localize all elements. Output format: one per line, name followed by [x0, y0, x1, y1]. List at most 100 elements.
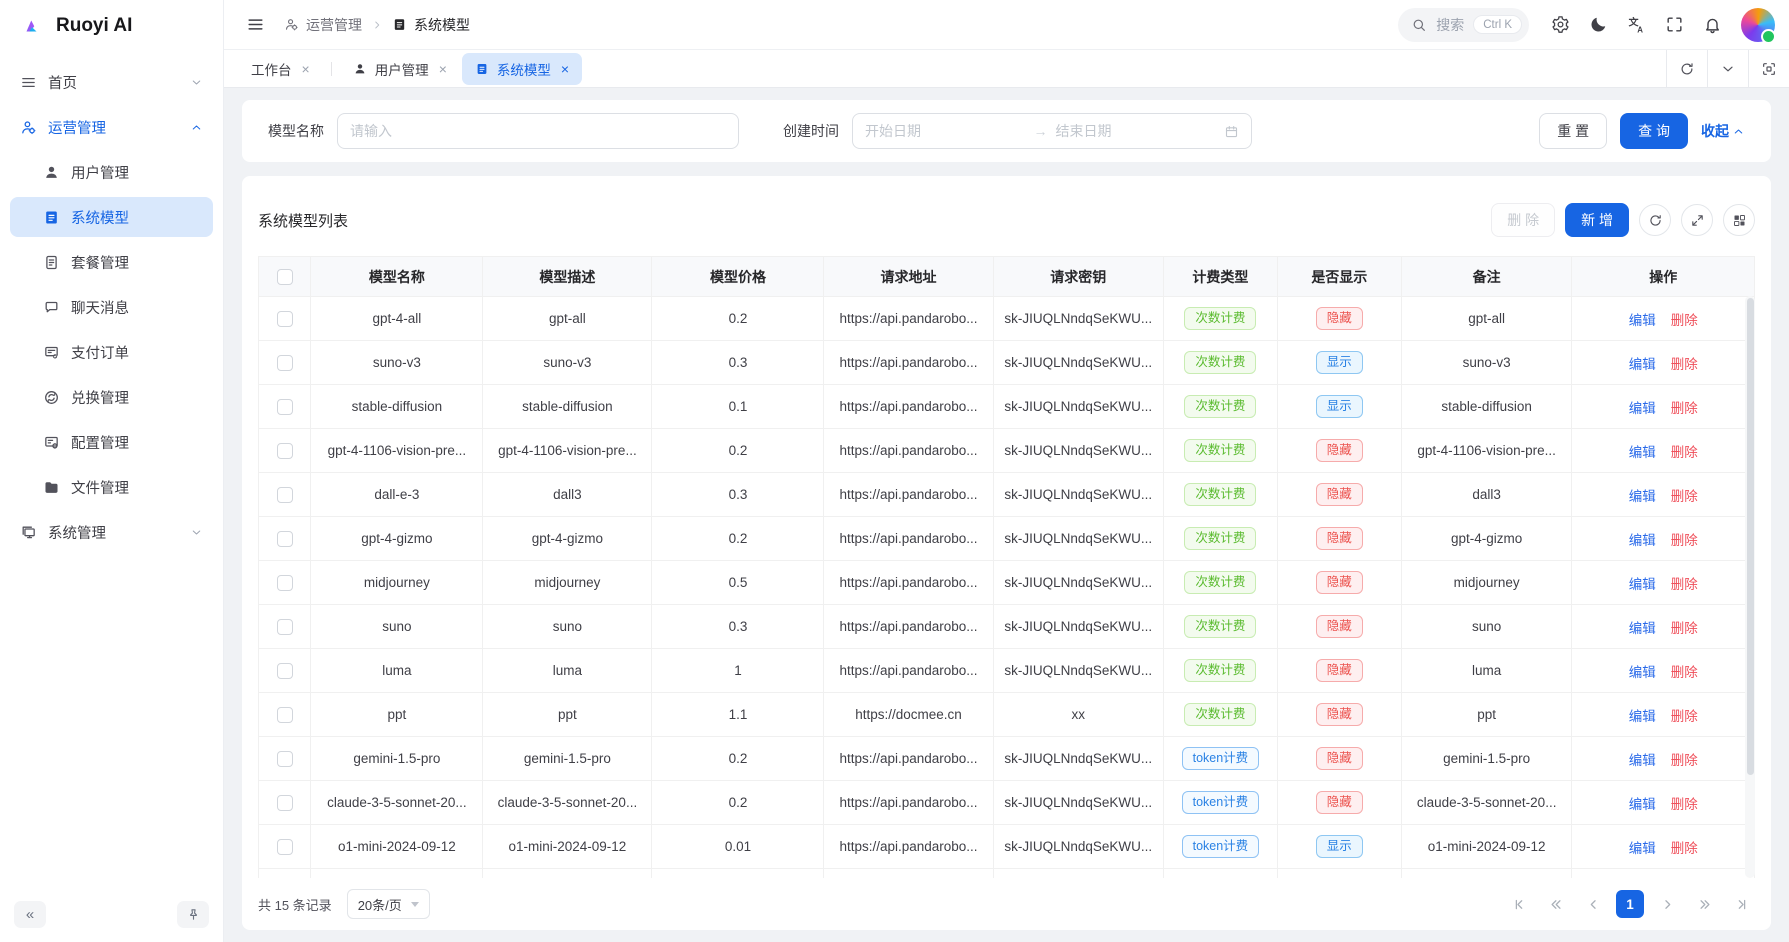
breadcrumb-operations[interactable]: 运营管理 [284, 15, 362, 35]
delete-link[interactable]: 删除 [1671, 357, 1698, 372]
row-checkbox[interactable] [277, 707, 293, 723]
date-start-input[interactable]: 开始日期 [865, 121, 1026, 141]
edit-link[interactable]: 编辑 [1629, 577, 1656, 592]
row-checkbox[interactable] [277, 839, 293, 855]
sidebar-item-config-mgmt[interactable]: 配置管理 [10, 422, 213, 462]
row-checkbox[interactable] [277, 575, 293, 591]
pagination-first-button[interactable] [1505, 890, 1533, 918]
tab-工作台[interactable]: 工作台× [238, 53, 323, 85]
date-end-input[interactable]: 结束日期 [1056, 121, 1217, 141]
sidebar-item-file-mgmt[interactable]: 文件管理 [10, 467, 213, 507]
edit-link[interactable]: 编辑 [1629, 489, 1656, 504]
settings-button[interactable] [1543, 8, 1577, 42]
search-button[interactable]: 查 询 [1620, 113, 1688, 149]
table-refresh-button[interactable] [1639, 204, 1671, 236]
edit-link[interactable]: 编辑 [1629, 313, 1656, 328]
edit-link[interactable]: 编辑 [1629, 797, 1656, 812]
row-checkbox[interactable] [277, 443, 293, 459]
delete-button[interactable]: 删 除 [1491, 203, 1555, 237]
delete-link[interactable]: 删除 [1671, 797, 1698, 812]
sidebar-item-chat-messages[interactable]: 聊天消息 [10, 287, 213, 327]
delete-link[interactable]: 删除 [1671, 577, 1698, 592]
collapse-filter-link[interactable]: 收起 [1701, 121, 1745, 141]
sidebar-item-system-model[interactable]: 系统模型 [10, 197, 213, 237]
row-checkbox[interactable] [277, 619, 293, 635]
tab-close-icon[interactable]: × [302, 62, 310, 76]
translate-button[interactable]: 文A [1619, 8, 1653, 42]
create-time-range-picker[interactable]: 开始日期 → 结束日期 [852, 113, 1252, 149]
row-checkbox[interactable] [277, 399, 293, 415]
table-vertical-scrollbar[interactable] [1745, 296, 1755, 878]
edit-link[interactable]: 编辑 [1629, 533, 1656, 548]
edit-link[interactable]: 编辑 [1629, 621, 1656, 636]
cell-request-url: https://api.pandarobo... [824, 385, 993, 429]
row-checkbox-cell [259, 297, 311, 341]
sidebar-pin-button[interactable] [177, 901, 209, 928]
delete-link[interactable]: 删除 [1671, 401, 1698, 416]
pagination-prev-button[interactable] [1579, 890, 1607, 918]
row-checkbox[interactable] [277, 531, 293, 547]
pagination-next-button[interactable] [1653, 890, 1681, 918]
delete-link[interactable]: 删除 [1671, 621, 1698, 636]
delete-link[interactable]: 删除 [1671, 533, 1698, 548]
model-name-input[interactable] [337, 113, 739, 149]
tabbar-chevron-down-button[interactable] [1707, 50, 1748, 87]
table-row: midjourneymidjourney0.5https://api.panda… [259, 561, 1755, 605]
row-checkbox[interactable] [277, 487, 293, 503]
sidebar-toggle-button[interactable] [238, 8, 272, 42]
delete-link[interactable]: 删除 [1671, 313, 1698, 328]
scrollbar-thumb[interactable] [1747, 298, 1754, 775]
fullscreen-button[interactable] [1657, 8, 1691, 42]
global-search[interactable]: 搜索 Ctrl K [1398, 8, 1529, 42]
edit-link[interactable]: 编辑 [1629, 841, 1656, 856]
add-button[interactable]: 新 增 [1565, 203, 1629, 237]
row-checkbox[interactable] [277, 355, 293, 371]
tab-用户管理[interactable]: 用户管理× [340, 53, 460, 85]
sidebar-collapse-button[interactable]: « [14, 901, 46, 928]
delete-link[interactable]: 删除 [1671, 665, 1698, 680]
row-checkbox[interactable] [277, 795, 293, 811]
pagination-page-1[interactable]: 1 [1616, 890, 1644, 918]
cell-request-url: https://api.pandarobo... [824, 649, 993, 693]
user-avatar[interactable] [1741, 8, 1775, 42]
tab-close-icon[interactable]: × [561, 62, 569, 76]
delete-link[interactable]: 删除 [1671, 753, 1698, 768]
tabbar-content-fullscreen-button[interactable] [1748, 50, 1789, 87]
row-checkbox[interactable] [277, 311, 293, 327]
pagination-last-button[interactable] [1727, 890, 1755, 918]
edit-link[interactable]: 编辑 [1629, 357, 1656, 372]
search-placeholder: 搜索 [1436, 15, 1464, 35]
tab-close-icon[interactable]: × [439, 62, 447, 76]
pagination-next-jump-button[interactable] [1690, 890, 1718, 918]
pagination-prev-jump-button[interactable] [1542, 890, 1570, 918]
edit-link[interactable]: 编辑 [1629, 709, 1656, 724]
delete-link[interactable]: 删除 [1671, 709, 1698, 724]
table-column-settings-button[interactable] [1723, 204, 1755, 236]
row-checkbox[interactable] [277, 663, 293, 679]
sidebar-item-home[interactable]: 首页 [10, 62, 213, 102]
edit-link[interactable]: 编辑 [1629, 401, 1656, 416]
sidebar-item-operations[interactable]: 运营管理 [10, 107, 213, 147]
table-expand-button[interactable] [1681, 204, 1713, 236]
bell-button[interactable] [1695, 8, 1729, 42]
delete-link[interactable]: 删除 [1671, 489, 1698, 504]
app-logo[interactable]: Ruoyi AI [0, 0, 223, 52]
edit-link[interactable]: 编辑 [1629, 665, 1656, 680]
page-size-select[interactable]: 20条/页 [347, 889, 430, 919]
sidebar-item-redeem-mgmt[interactable]: 兑换管理 [10, 377, 213, 417]
cell-model-price: 0.3 [652, 605, 824, 649]
delete-link[interactable]: 删除 [1671, 841, 1698, 856]
moon-button[interactable] [1581, 8, 1615, 42]
sidebar-item-package-mgmt[interactable]: 套餐管理 [10, 242, 213, 282]
tab-系统模型[interactable]: 系统模型× [462, 53, 582, 85]
sidebar-item-system-mgmt[interactable]: 系统管理 [10, 512, 213, 552]
edit-link[interactable]: 编辑 [1629, 753, 1656, 768]
reset-button[interactable]: 重 置 [1539, 113, 1607, 149]
row-checkbox[interactable] [277, 751, 293, 767]
sidebar-item-user-mgmt[interactable]: 用户管理 [10, 152, 213, 192]
edit-link[interactable]: 编辑 [1629, 445, 1656, 460]
sidebar-item-payment-orders[interactable]: 支付订单 [10, 332, 213, 372]
select-all-checkbox[interactable] [277, 269, 293, 285]
tabbar-refresh-button[interactable] [1666, 50, 1707, 87]
delete-link[interactable]: 删除 [1671, 445, 1698, 460]
